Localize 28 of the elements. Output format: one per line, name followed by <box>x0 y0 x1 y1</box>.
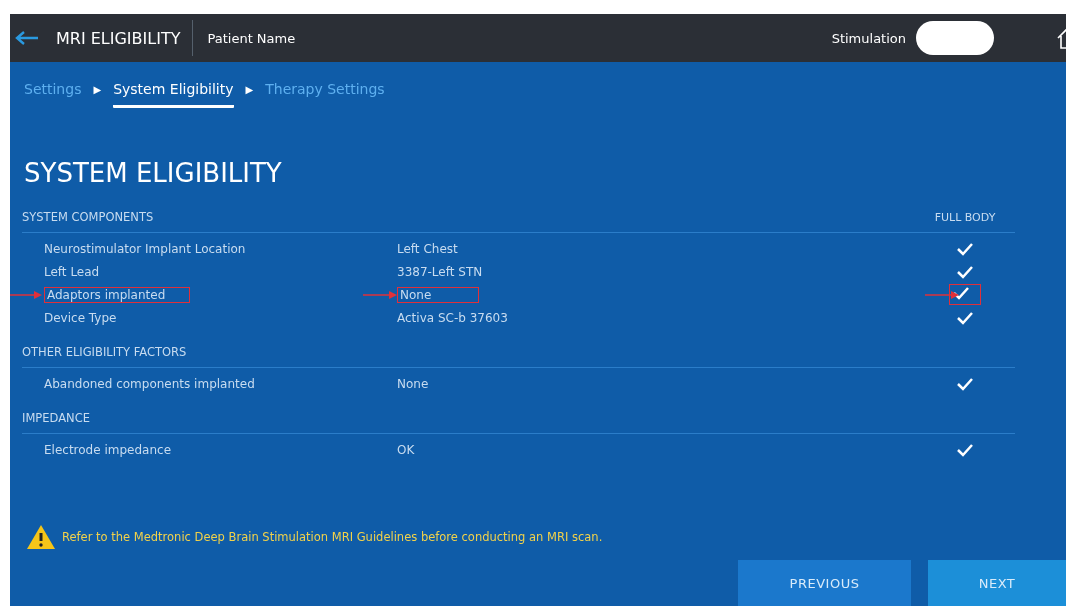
row-label: Adaptors implanted <box>44 286 190 303</box>
previous-button[interactable]: PREVIOUS <box>738 560 911 606</box>
column-heading: FULL BODY <box>933 210 997 224</box>
warning-message: Refer to the Medtronic Deep Brain Stimulation MRI Guidelines before conducting an MRI scan. <box>62 530 603 544</box>
section-heading: IMPEDANCE <box>22 411 91 425</box>
row-value: None <box>397 286 479 303</box>
row-label: Device Type <box>44 310 117 325</box>
breadcrumb-tab[interactable]: Settings <box>24 81 82 108</box>
row-value: 3387-Left STN <box>397 264 483 279</box>
row-label: Abandoned components implanted <box>44 376 255 391</box>
row-value: None <box>397 376 429 391</box>
breadcrumb-tab[interactable]: Therapy Settings <box>265 81 385 108</box>
row-label: Left Lead <box>44 264 100 279</box>
page-title: SYSTEM ELIGIBILITY <box>24 158 283 188</box>
breadcrumb-arrow-icon: ▶ <box>245 84 254 105</box>
breadcrumb-tab[interactable]: System Eligibility <box>113 81 234 108</box>
next-button[interactable]: NEXT <box>928 560 1066 606</box>
stimulation-label: Stimulation <box>831 30 906 46</box>
breadcrumb-arrow-icon: ▶ <box>93 84 102 105</box>
row-label: Electrode impedance <box>44 442 171 457</box>
section-heading: OTHER ELIGIBILITY FACTORS <box>22 345 188 359</box>
section-heading: SYSTEM COMPONENTS <box>22 210 155 224</box>
row-value: OK <box>397 442 415 457</box>
patient-name: Patient Name <box>207 30 296 46</box>
screen-title: MRI ELIGIBILITY <box>56 28 181 48</box>
row-value: Left Chest <box>397 241 458 256</box>
row-value: Activa SC-b 37603 <box>397 310 508 325</box>
row-label: Neurostimulator Implant Location <box>44 241 246 256</box>
